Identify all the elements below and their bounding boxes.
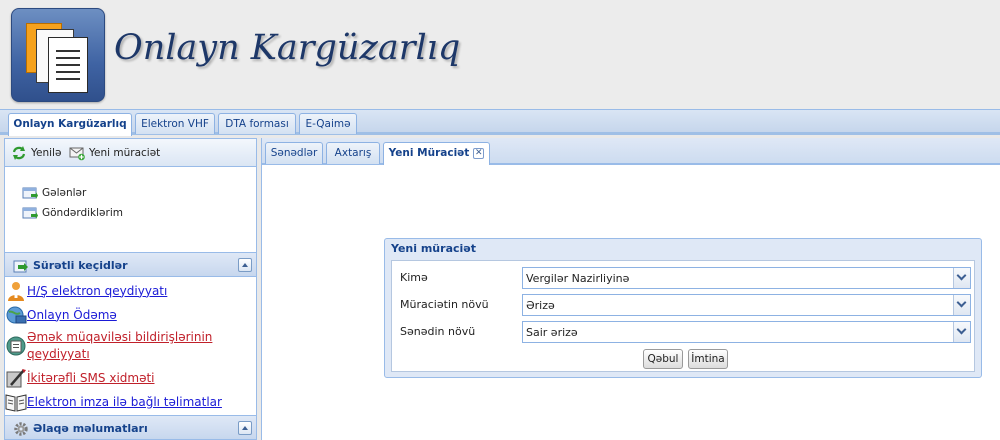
quick-link-e-signature[interactable]: Elektron imza ilə bağlı təlimatlar [5, 391, 222, 413]
document-type-value: Sair ərizə [526, 326, 578, 339]
chevron-down-icon[interactable] [953, 268, 970, 288]
folder-gelenler[interactable]: Gələnlər [22, 185, 86, 201]
recipient-value: Vergilər Nazirliyinə [526, 272, 630, 285]
new-request-label: Yeni müraciət [89, 147, 161, 159]
request-type-combo[interactable]: Ərizə [522, 294, 971, 316]
section-title: Əlaqə məlumatları [33, 422, 148, 435]
app-logo-icon [11, 8, 105, 102]
close-icon[interactable]: ✕ [473, 148, 485, 159]
new-request-dialog: Yeni müraciət Kimə Vergilər Nazirliyinə … [384, 238, 982, 378]
contract-icon [6, 336, 26, 356]
tab-senedler[interactable]: Sənədlər [265, 142, 323, 164]
quick-link-label-continued[interactable]: qeydiyyatı [27, 346, 212, 363]
tab-label: Yeni Müraciət [388, 147, 470, 159]
chevron-down-icon[interactable] [953, 322, 970, 342]
tab-dta-formasi[interactable]: DTA forması [218, 113, 296, 134]
quick-link-label[interactable]: Elektron imza ilə bağlı təlimatlar [27, 394, 222, 411]
dialog-title: Yeni müraciət [391, 242, 476, 255]
quick-link-online-payment[interactable]: Onlayn Ödəmə [5, 304, 117, 326]
accept-button[interactable]: Qəbul [643, 349, 683, 369]
book-icon [5, 394, 27, 412]
refresh-button[interactable]: Yenilə [11, 145, 61, 161]
quick-link-sms-service[interactable]: İkitərəfli SMS xidməti [5, 367, 155, 389]
refresh-label: Yenilə [31, 147, 62, 159]
top-tabbar: Onlayn Kargüzarlıq Elektron VHF DTA form… [0, 109, 1000, 136]
quick-link-label[interactable]: Onlayn Ödəmə [27, 307, 117, 324]
quick-link-labor-contracts[interactable]: Əmək müqaviləsi bildirişlərinin qeydiyya… [5, 329, 212, 365]
folder-label: Göndərdiklərim [42, 207, 123, 219]
sms-pen-icon [6, 369, 26, 388]
refresh-icon [12, 146, 26, 160]
tab-e-qaime[interactable]: E-Qaimə [299, 113, 357, 134]
collapse-contact-button[interactable] [238, 421, 252, 435]
tab-elektron-vhf[interactable]: Elektron VHF [135, 113, 215, 134]
recipient-combo[interactable]: Vergilər Nazirliyinə [522, 267, 971, 289]
inbox-icon [22, 187, 38, 199]
tab-yeni-muraciet[interactable]: Yeni Müraciət ✕ [383, 142, 490, 165]
outbox-icon [22, 207, 38, 219]
chevron-down-icon[interactable] [953, 295, 970, 315]
quick-link-hs-registration[interactable]: H/Ş elektron qeydiyyatı [5, 280, 167, 302]
document-type-label: Sənədin növü [400, 325, 476, 338]
left-toolbar: Yenilə Yeni müraciət [5, 139, 256, 167]
globe-payment-icon [6, 306, 27, 324]
quick-link-icon [13, 260, 28, 273]
cancel-button[interactable]: İmtina [688, 349, 728, 369]
form-row-recipient: Kimə Vergilər Nazirliyinə [392, 267, 976, 289]
form-row-document-type: Sənədin növü Sair ərizə [392, 321, 976, 343]
document-type-combo[interactable]: Sair ərizə [522, 321, 971, 343]
app-header: Onlayn Kargüzarlıq [0, 0, 1000, 110]
contact-section-header: Əlaqə məlumatları [5, 415, 256, 440]
main-panel: Sənədlər Axtarış Yeni Müraciət ✕ Yeni mür… [261, 138, 1000, 440]
person-icon [8, 282, 24, 301]
collapse-quick-links-button[interactable] [238, 258, 252, 272]
new-request-button[interactable]: Yeni müraciət [69, 145, 160, 161]
section-title: Sürətli keçidlər [33, 259, 128, 272]
tab-axtaris[interactable]: Axtarış [326, 142, 380, 164]
new-mail-icon [69, 147, 85, 161]
recipient-label: Kimə [400, 271, 428, 284]
quick-link-label[interactable]: İkitərəfli SMS xidməti [27, 370, 155, 387]
quick-link-label[interactable]: Əmək müqaviləsi bildirişlərinin [27, 329, 212, 346]
quick-link-label[interactable]: H/Ş elektron qeydiyyatı [27, 283, 167, 300]
request-type-label: Müraciətin növü [400, 298, 489, 311]
tab-onlayn-karguzarliq[interactable]: Onlayn Kargüzarlıq [8, 113, 132, 136]
form-row-request-type: Müraciətin növü Ərizə [392, 294, 976, 316]
dialog-form: Kimə Vergilər Nazirliyinə Müraciətin növ… [391, 260, 975, 372]
inner-tabbar: Sənədlər Axtarış Yeni Müraciət ✕ [262, 138, 1000, 165]
folder-gonderdiklerim[interactable]: Göndərdiklərim [22, 205, 123, 221]
quick-links-header: Sürətli keçidlər [5, 252, 256, 277]
left-panel: Yenilə Yeni müraciət Gələnlər Göndərdikl… [4, 138, 257, 440]
gear-icon [14, 422, 28, 436]
folder-label: Gələnlər [42, 187, 87, 199]
app-title: Onlayn Kargüzarlıq [114, 28, 461, 68]
request-type-value: Ərizə [526, 299, 555, 312]
